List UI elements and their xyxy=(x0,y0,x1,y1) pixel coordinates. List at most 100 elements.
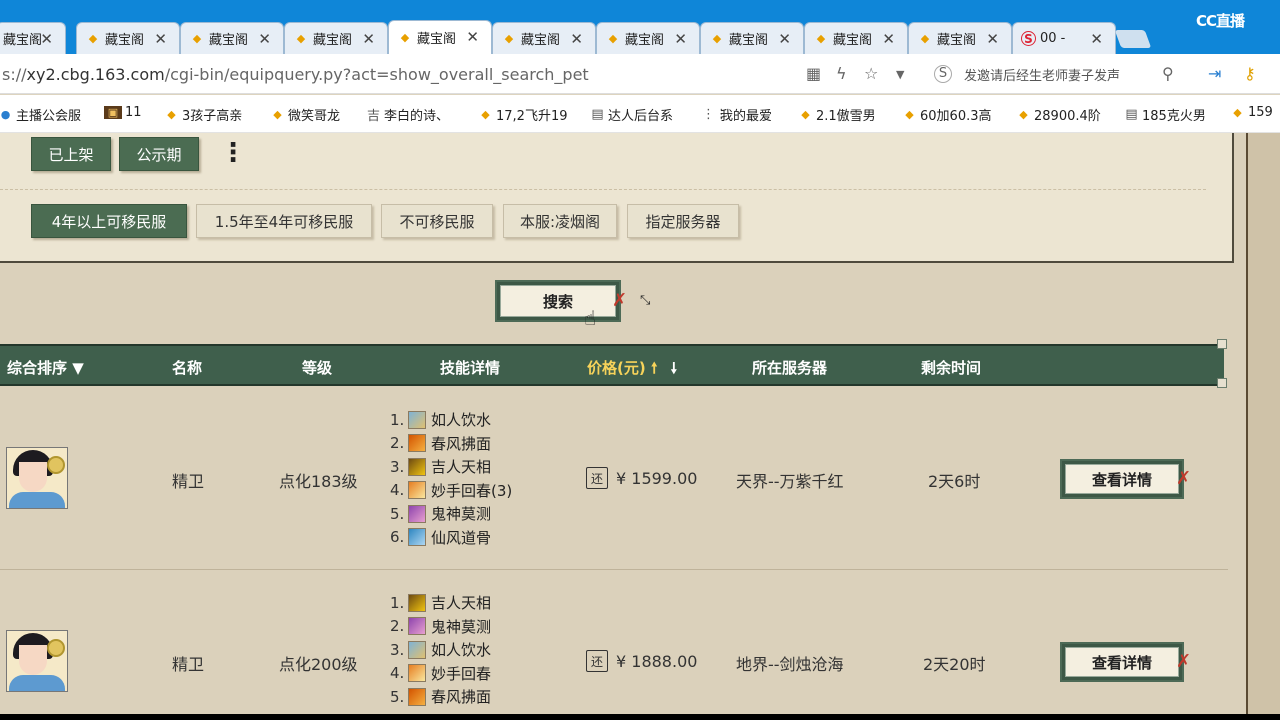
bookmark-item[interactable]: ◆ 28900.4阶 xyxy=(1016,105,1101,124)
skill-item[interactable]: 3. 如人饮水 xyxy=(390,638,491,662)
browser-tab[interactable]: S 00 - ✕ xyxy=(1012,22,1116,54)
sort-down-icon: ▼ xyxy=(72,359,84,377)
avatar-face xyxy=(19,645,47,675)
filter-no-migrate[interactable]: 不可移民服 xyxy=(381,204,493,238)
chicken-icon: ◆ xyxy=(504,32,514,45)
tab-close-icon[interactable]: ✕ xyxy=(154,30,167,48)
skill-item[interactable]: 6. 仙风道骨 xyxy=(390,526,512,550)
table-row: 精卫 点化200级 1. 吉人天相 2. 鬼神莫测 3. 如人饮水 4. 妙手回春 5.… xyxy=(0,571,1228,714)
bookmark-item[interactable]: ◆ 微笑哥龙 xyxy=(270,105,340,124)
skill-item[interactable]: 5. 春风拂面 xyxy=(390,685,491,709)
tab-close-icon[interactable]: ✕ xyxy=(258,30,271,48)
skill-item[interactable]: 3. 吉人天相 xyxy=(390,455,512,479)
skill-item[interactable]: 4. 妙手回春(3) xyxy=(390,479,512,503)
url-host: xy2.cbg.163.com xyxy=(26,65,165,84)
price-cell: 还 ¥ 1599.00 xyxy=(586,467,697,489)
browser-tab[interactable]: 藏宝阁 ✕ xyxy=(0,22,66,54)
skill-item[interactable]: 5. 鬼神莫测 xyxy=(390,502,512,526)
sort-header[interactable]: 综合排序 ▼ xyxy=(7,357,84,378)
page-side-border xyxy=(1246,133,1280,714)
bookmark-item[interactable]: 吉李白的诗、 xyxy=(366,105,449,124)
bargain-badge[interactable]: 还 xyxy=(586,650,608,672)
skill-list: 1. 如人饮水 2. 春风拂面 3. 吉人天相 4. 妙手回春(3) 5. 鬼神莫测 6.… xyxy=(390,408,512,549)
browser-tab[interactable]: ◆ 藏宝阁 ✕ xyxy=(908,22,1012,54)
bookmark-item[interactable]: ◆ 60加60.3高 xyxy=(902,105,991,124)
skill-index: 3. xyxy=(390,640,405,659)
avatar[interactable] xyxy=(6,447,68,509)
browser-tab[interactable]: ◆ 藏宝阁 ✕ xyxy=(76,22,180,54)
chicken-icon: ◆ xyxy=(712,32,722,45)
ribbon-icon: ✗ xyxy=(1176,651,1192,672)
bookmark-item[interactable]: ▣ 11 xyxy=(104,105,142,120)
bookmark-item[interactable]: ◆ 17,2飞升19 xyxy=(478,105,567,124)
key-icon[interactable]: ⚷ xyxy=(1244,64,1256,83)
tab-close-icon[interactable]: ✕ xyxy=(40,30,53,48)
skill-name: 春风拂面 xyxy=(431,688,492,707)
tab-close-icon[interactable]: ✕ xyxy=(1090,30,1103,48)
ribbon-icon: ✗ xyxy=(1176,468,1192,489)
filter-1-5-4yr-migrate[interactable]: 1.5年至4年可移民服 xyxy=(196,204,372,238)
skill-icon xyxy=(408,457,426,476)
chicken-icon: ◆ xyxy=(1233,106,1242,119)
more-icon[interactable]: ⋮ xyxy=(220,140,246,166)
browser-tab-active[interactable]: ◆ 藏宝阁 ✕ xyxy=(388,20,492,54)
listed-button[interactable]: 已上架 xyxy=(31,137,111,171)
filter-specify-server[interactable]: 指定服务器 xyxy=(627,204,739,238)
view-detail-button[interactable]: 查看详情 xyxy=(1060,459,1184,499)
login-icon[interactable]: ⇥ xyxy=(1208,64,1221,83)
filter-local-server[interactable]: 本服:凌烟阁 xyxy=(503,204,617,238)
new-tab-button[interactable] xyxy=(1114,30,1152,48)
star-icon[interactable]: ☆ xyxy=(864,64,878,83)
browser-tab[interactable]: ◆ 藏宝阁 ✕ xyxy=(492,22,596,54)
resize-handle[interactable] xyxy=(1217,339,1227,349)
browser-tab[interactable]: ◆ 藏宝阁 ✕ xyxy=(284,22,388,54)
search-engine-icon[interactable]: S xyxy=(934,65,952,83)
tab-close-icon[interactable]: ✕ xyxy=(674,30,687,48)
bookmark-item[interactable]: ● 主播公会服 xyxy=(0,105,81,124)
bookmark-label: 185克火男 xyxy=(1142,109,1206,124)
ribbon-icon: ✗ xyxy=(612,290,628,311)
bargain-badge[interactable]: 还 xyxy=(586,467,608,489)
tab-close-icon[interactable]: ✕ xyxy=(466,28,479,46)
arrow-down-icon[interactable]: 🠗 xyxy=(671,359,677,377)
resize-handle[interactable] xyxy=(1217,378,1227,388)
bookmark-item[interactable]: ◆ 3孩子高亲 xyxy=(164,105,242,124)
bookmark-label: 28900.4阶 xyxy=(1034,109,1101,124)
skill-item[interactable]: 2. 春风拂面 xyxy=(390,432,512,456)
skill-item[interactable]: 2. 鬼神莫测 xyxy=(390,615,491,639)
tab-close-icon[interactable]: ✕ xyxy=(362,30,375,48)
arrow-up-icon[interactable]: 🠕 xyxy=(651,359,657,377)
qr-code-icon[interactable]: ▦ xyxy=(806,64,821,83)
bookmark-item[interactable]: ◆ 2.1傲雪男 xyxy=(798,105,875,124)
browser-tab[interactable]: ◆ 藏宝阁 ✕ xyxy=(700,22,804,54)
browser-tab[interactable]: ◆ 藏宝阁 ✕ xyxy=(180,22,284,54)
bookmark-item[interactable]: ◆ 159 xyxy=(1230,105,1273,120)
chevron-down-icon[interactable]: ▼ xyxy=(896,68,904,81)
search-hint[interactable]: 发邀请后经生老师妻子发声 xyxy=(964,65,1120,84)
bookmark-item[interactable]: ▤ 185克火男 xyxy=(1124,105,1206,124)
browser-tab[interactable]: ◆ 藏宝阁 ✕ xyxy=(596,22,700,54)
notice-period-button[interactable]: 公示期 xyxy=(119,137,199,171)
sort-header-label: 综合排序 xyxy=(7,359,68,377)
avatar[interactable] xyxy=(6,630,68,692)
browser-tab[interactable]: ◆ 藏宝阁 ✕ xyxy=(804,22,908,54)
avatar-body xyxy=(9,675,65,691)
url-field[interactable]: s://xy2.cbg.163.com/cgi-bin/equipquery.p… xyxy=(2,65,589,84)
skill-item[interactable]: 1. 如人饮水 xyxy=(390,408,512,432)
filter-4yr-migrate[interactable]: 4年以上可移民服 xyxy=(31,204,187,238)
chicken-icon: ◆ xyxy=(816,32,826,45)
skill-item[interactable]: 4. 妙手回春 xyxy=(390,662,491,686)
tab-close-icon[interactable]: ✕ xyxy=(986,30,999,48)
tab-close-icon[interactable]: ✕ xyxy=(882,30,895,48)
skill-name: 如人饮水 xyxy=(431,411,492,430)
skill-item[interactable]: 1. 吉人天相 xyxy=(390,591,491,615)
tab-close-icon[interactable]: ✕ xyxy=(778,30,791,48)
bookmark-item[interactable]: ⋮⋮ 我的最爱 xyxy=(702,105,772,124)
search-icon[interactable]: ⚲ xyxy=(1162,64,1174,83)
lightning-icon[interactable]: ϟ xyxy=(836,64,847,83)
tab-close-icon[interactable]: ✕ xyxy=(570,30,583,48)
view-detail-button[interactable]: 查看详情 xyxy=(1060,642,1184,682)
price-header[interactable]: 价格(元) 🠕 🠗 xyxy=(587,357,677,383)
search-button[interactable]: 搜索 xyxy=(495,280,621,322)
bookmark-item[interactable]: ▤ 达人后台系 xyxy=(590,105,673,124)
